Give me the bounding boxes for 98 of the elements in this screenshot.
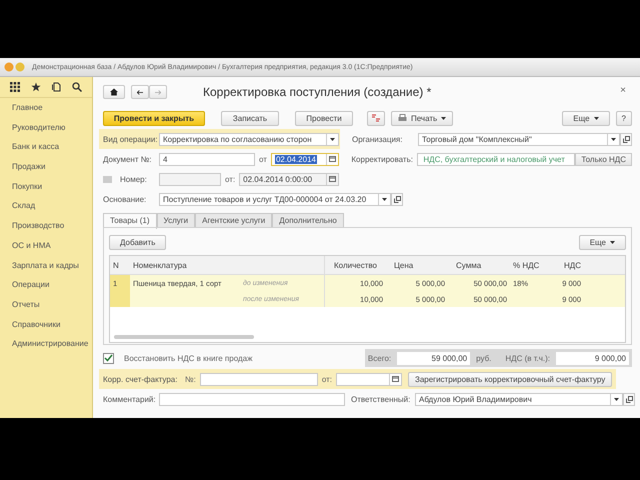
organization-field[interactable]: Торговый дом "Комплексный" xyxy=(418,132,620,146)
help-button[interactable]: ? xyxy=(616,110,632,126)
print-button[interactable]: Печать xyxy=(391,110,454,126)
caret-icon[interactable] xyxy=(614,398,619,400)
caret-icon xyxy=(441,116,446,120)
accounting-option[interactable]: НДС, бухгалтерский и налоговый учет xyxy=(417,152,576,166)
document-icon[interactable] xyxy=(52,82,62,92)
checkbox-label: Восстановить НДС в книге продаж xyxy=(124,354,252,362)
toolbar-button[interactable]: Провести xyxy=(295,110,353,126)
apps-grid-icon[interactable] xyxy=(10,82,20,92)
checkbox[interactable] xyxy=(103,352,114,364)
caret-icon xyxy=(610,240,615,244)
field-label: Ответственный: xyxy=(351,394,411,404)
sidebar-item[interactable]: Зарплата и кадры xyxy=(0,256,92,276)
field-label: Основание: xyxy=(103,194,148,204)
sidebar-item[interactable]: ОС и НМА xyxy=(0,236,92,256)
vat-total-field: 9 000,00 xyxy=(556,352,629,364)
field-label: от: xyxy=(225,174,236,184)
open-link-icon xyxy=(626,396,632,402)
more-button[interactable]: Еще xyxy=(562,110,610,126)
field-label: Номер: xyxy=(120,174,147,184)
document-number-field[interactable]: 4 xyxy=(159,152,255,166)
scrollbar-thumb[interactable] xyxy=(114,335,254,339)
left-arrow-icon xyxy=(137,88,143,96)
calendar-icon xyxy=(329,176,336,182)
right-arrow-icon xyxy=(155,88,161,96)
caret-icon[interactable] xyxy=(611,138,616,140)
home-icon xyxy=(110,88,118,96)
total-field: 59 000,00 xyxy=(397,352,470,364)
open-link-icon xyxy=(622,136,630,142)
star-icon[interactable] xyxy=(30,82,41,92)
column-header: N xyxy=(112,260,120,272)
tab[interactable]: Товары (1) xyxy=(103,213,157,229)
invoice-date-field[interactable] xyxy=(336,372,402,386)
sidebar-item[interactable]: Операции xyxy=(0,275,92,295)
open-link-button[interactable] xyxy=(391,192,403,206)
field-label: Документ №: xyxy=(103,154,153,164)
caret-icon xyxy=(594,116,599,120)
sidebar-item[interactable]: Покупки xyxy=(0,176,92,196)
calendar-icon[interactable] xyxy=(328,156,336,162)
more-button[interactable]: Еще xyxy=(578,234,626,250)
currency-label: руб. xyxy=(476,354,492,362)
accounting-option[interactable]: Только НДС xyxy=(575,152,632,166)
date-field[interactable]: 02.04.2014 xyxy=(270,152,339,166)
field-label: от xyxy=(259,154,267,164)
number-field xyxy=(159,172,221,186)
sidebar-item[interactable]: Банк и касса xyxy=(0,137,92,158)
invoice-number-field[interactable] xyxy=(200,372,318,386)
back-button[interactable] xyxy=(131,85,149,99)
field-label: Организация: xyxy=(352,134,404,144)
field-label: от: xyxy=(322,374,332,384)
printer-icon xyxy=(398,114,407,122)
sidebar-item[interactable]: Отчеты xyxy=(0,294,92,315)
sidebar-item[interactable]: Главное xyxy=(0,98,92,118)
toolbar-button[interactable]: Записать xyxy=(221,110,279,126)
caret-icon[interactable] xyxy=(382,198,387,200)
column-header: Цена xyxy=(393,260,414,272)
column-header: Количество xyxy=(324,256,386,274)
column-header: % НДС xyxy=(512,260,540,272)
calendar-icon[interactable] xyxy=(392,376,399,382)
row-number-cell xyxy=(110,291,130,307)
tab[interactable]: Дополнительно xyxy=(272,213,344,227)
basis-field[interactable]: Поступление товаров и услуг ТД00-000004 от 24.03.20 xyxy=(159,192,391,206)
ledger-entries-button[interactable] xyxy=(367,110,385,126)
sidebar-item[interactable]: Продажи xyxy=(0,157,92,177)
column-header: НДС xyxy=(563,260,582,272)
tab[interactable]: Услуги xyxy=(156,213,196,227)
caret-icon[interactable] xyxy=(330,138,335,140)
field-label: Вид операции: xyxy=(103,134,155,144)
form-title: Корректировка поступления (создание) * xyxy=(203,85,432,99)
field-label: Корректировать: xyxy=(351,154,414,164)
list-lines-icon xyxy=(371,114,381,122)
vat-label: НДС (в т.ч.): xyxy=(505,354,550,362)
app-logo-icon xyxy=(4,62,26,72)
total-label: Всего: xyxy=(368,354,392,362)
add-button[interactable]: Добавить xyxy=(109,234,166,250)
column-header: Сумма xyxy=(455,260,482,272)
open-link-button[interactable] xyxy=(620,132,632,146)
open-link-icon xyxy=(394,196,400,202)
sidebar-item[interactable]: Склад xyxy=(0,196,92,216)
sidebar-item[interactable]: Справочники xyxy=(0,314,92,334)
comment-field[interactable] xyxy=(159,392,345,406)
field-label: Комментарий: xyxy=(103,394,155,404)
search-icon[interactable] xyxy=(72,82,82,92)
column-header: Номенклатура xyxy=(132,260,188,272)
field-label: №: xyxy=(185,374,196,384)
sidebar-item[interactable]: Администрирование xyxy=(0,334,92,354)
register-invoice-button[interactable]: Зарегистрировать корректировочный счет-фактуру xyxy=(408,372,612,386)
toolbar-button[interactable]: Провести и закрыть xyxy=(103,110,205,126)
datetime-field: 02.04.2014 0:00:00 xyxy=(239,172,340,186)
home-button[interactable] xyxy=(103,85,125,99)
open-link-button[interactable] xyxy=(623,392,635,406)
sidebar-item[interactable]: Производство xyxy=(0,216,92,236)
sidebar-item[interactable]: Руководителю xyxy=(0,118,92,138)
operation-field[interactable]: Корректировка по согласованию сторон xyxy=(159,132,339,146)
tab[interactable]: Агентские услуги xyxy=(195,213,272,227)
close-button[interactable]: × xyxy=(620,85,626,96)
responsible-field[interactable]: Абдулов Юрий Владимирович xyxy=(415,392,623,406)
